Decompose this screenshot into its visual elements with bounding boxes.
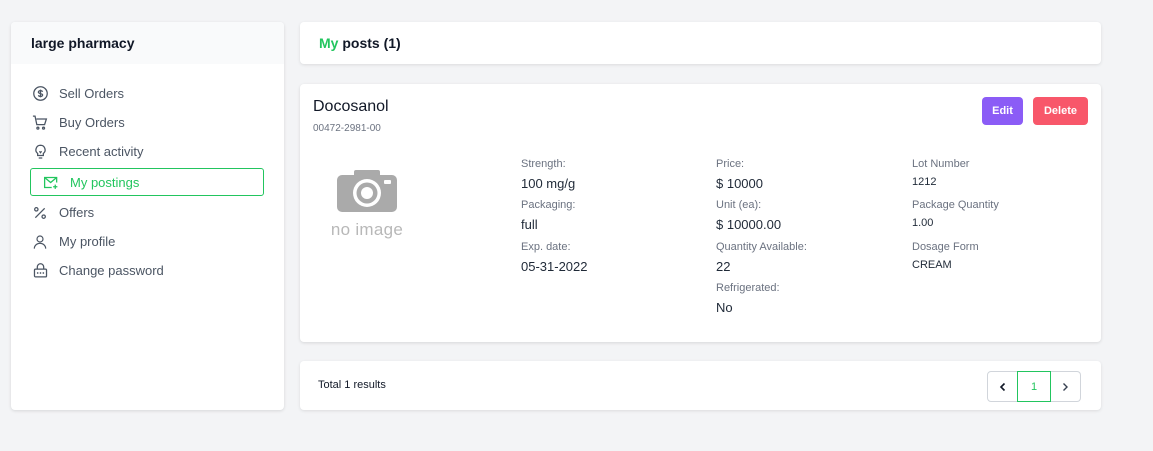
field-label: Price:	[716, 158, 745, 170]
field-label: Lot Number	[912, 158, 970, 170]
product-name: Docosanol	[313, 98, 389, 115]
field-dosage-form: Dosage Form CREAM	[912, 241, 979, 271]
field-value: 1.00	[912, 217, 934, 229]
sidebar-title: large pharmacy	[11, 22, 284, 64]
sidebar-item-change-password[interactable]: Change password	[11, 256, 284, 285]
page-button-current[interactable]: 1	[1017, 371, 1051, 402]
field-value: 1212	[912, 176, 937, 188]
field-value: No	[716, 300, 733, 315]
mail-post-icon	[42, 173, 60, 191]
edit-button[interactable]: Edit	[982, 97, 1023, 125]
total-results: Total 1 results	[318, 379, 386, 391]
chevron-right-icon	[1063, 382, 1068, 391]
pagination: 1	[987, 371, 1081, 402]
sidebar: large pharmacy Sell Orders Buy Orders Re…	[11, 22, 284, 410]
delete-button[interactable]: Delete	[1033, 97, 1088, 125]
field-value: 05-31-2022	[521, 259, 588, 274]
product-ndc: 00472-2981-00	[313, 123, 381, 134]
user-icon	[31, 233, 49, 251]
page-title-accent: My	[319, 35, 339, 51]
field-value: full	[521, 217, 538, 232]
sidebar-item-sell-orders[interactable]: Sell Orders	[11, 79, 284, 108]
field-label: Unit (ea):	[716, 199, 762, 211]
no-image-placeholder: no image	[325, 170, 409, 246]
sidebar-item-label: Buy Orders	[59, 115, 125, 130]
field-value: 100 mg/g	[521, 176, 576, 191]
field-label: Packaging:	[521, 199, 576, 211]
page-title-text: posts (1)	[342, 35, 401, 51]
sidebar-item-label: My postings	[70, 174, 140, 190]
sidebar-item-label: Sell Orders	[59, 86, 125, 101]
field-refrigerated: Refrigerated: No	[716, 282, 780, 315]
field-label: Package Quantity	[912, 199, 999, 211]
field-exp-date: Exp. date: 05-31-2022	[521, 241, 588, 274]
field-value: $ 10000	[716, 176, 763, 191]
dollar-circle-icon	[31, 85, 49, 103]
field-value: 22	[716, 259, 731, 274]
sidebar-item-my-profile[interactable]: My profile	[11, 227, 284, 256]
lightbulb-icon	[31, 143, 49, 161]
sidebar-nav: Sell Orders Buy Orders Recent activity M…	[11, 64, 284, 285]
field-price: Price: $ 10000	[716, 158, 763, 191]
field-packaging: Packaging: full	[521, 199, 575, 232]
field-unit-price: Unit (ea): $ 10000.00	[716, 199, 781, 232]
sidebar-item-label: Offers	[59, 205, 95, 220]
field-label: Exp. date:	[521, 241, 571, 253]
field-label: Refrigerated:	[716, 282, 780, 294]
cart-icon	[31, 114, 49, 132]
chevron-left-icon	[999, 382, 1005, 391]
pagination-bar: Total 1 results 1	[300, 361, 1101, 410]
sidebar-item-recent-activity[interactable]: Recent activity	[11, 137, 284, 166]
field-label: Strength:	[521, 158, 566, 170]
lock-icon	[31, 262, 49, 280]
no-image-text: no image	[330, 220, 404, 239]
field-package-quantity: Package Quantity 1.00	[912, 199, 999, 229]
field-value: $ 10000.00	[716, 217, 782, 232]
field-value: CREAM	[912, 259, 952, 271]
percent-icon	[31, 204, 49, 222]
field-label: Dosage Form	[912, 241, 979, 253]
page-title: My posts (1)	[300, 22, 1101, 64]
sidebar-item-buy-orders[interactable]: Buy Orders	[11, 108, 284, 137]
post-card: Docosanol 00472-2981-00 Edit Delete no i…	[300, 84, 1101, 342]
sidebar-item-label: Recent activity	[59, 144, 144, 159]
sidebar-item-my-postings[interactable]: My postings	[30, 168, 264, 196]
sidebar-item-label: My profile	[59, 234, 116, 249]
prev-page-button[interactable]	[987, 371, 1018, 402]
field-quantity-available: Quantity Available: 22	[716, 241, 807, 274]
field-lot-number: Lot Number 1212	[912, 158, 969, 188]
field-label: Quantity Available:	[716, 241, 807, 253]
field-strength: Strength: 100 mg/g	[521, 158, 575, 191]
camera-icon	[337, 170, 397, 212]
sidebar-item-label: Change password	[59, 263, 164, 278]
next-page-button[interactable]	[1050, 371, 1081, 402]
sidebar-item-offers[interactable]: Offers	[11, 198, 284, 227]
